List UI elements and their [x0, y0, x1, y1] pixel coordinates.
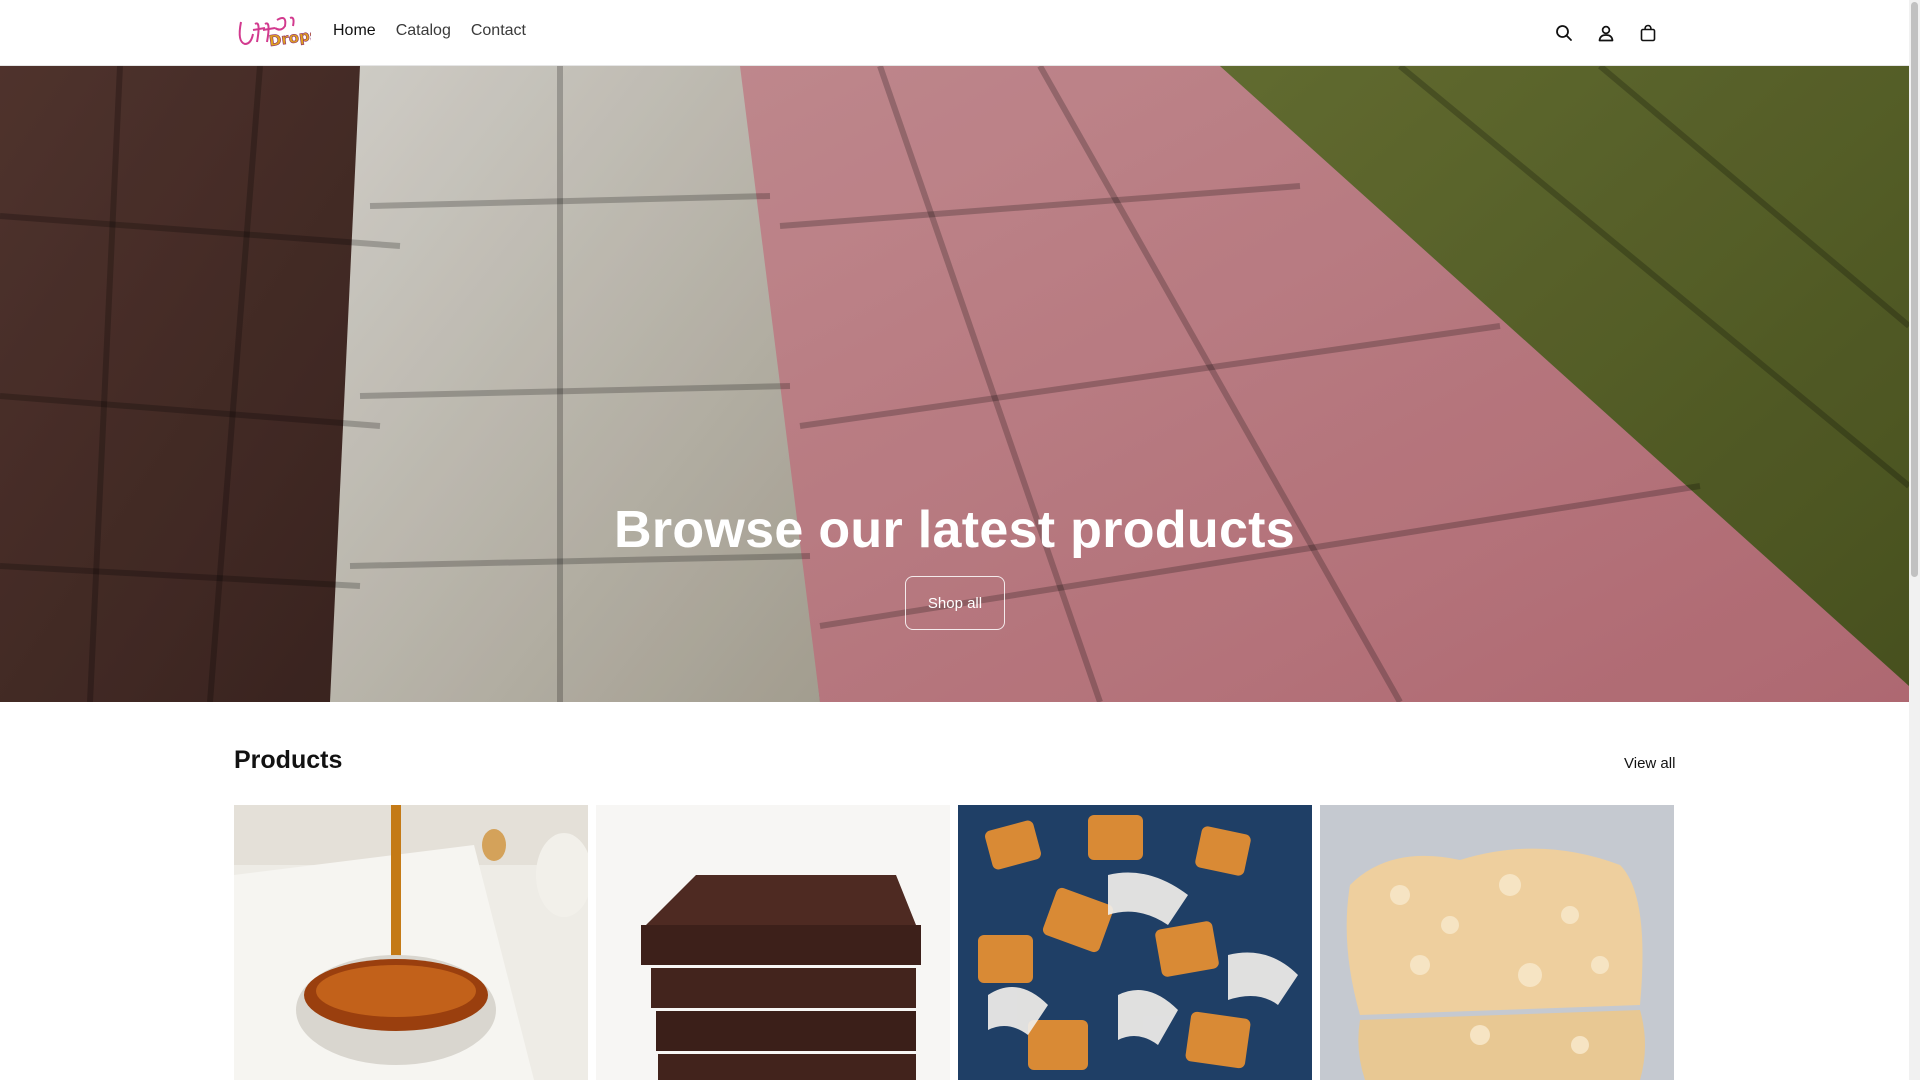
caramels-image [958, 805, 1312, 1080]
products-heading: Products [234, 746, 343, 774]
product-card-brownie[interactable] [596, 805, 950, 1080]
product-card-caramels[interactable] [958, 805, 1312, 1080]
nav-catalog[interactable]: Catalog [396, 22, 451, 40]
account-icon[interactable] [1594, 20, 1618, 46]
scrollbar-thumb[interactable] [1911, 2, 1918, 577]
product-grid [234, 805, 1674, 1080]
view-all-link[interactable]: View all [1624, 755, 1675, 772]
site-header: Drops! Home Catalog Contact [0, 0, 1909, 66]
hero-title: Browse our latest products [613, 501, 1296, 559]
syrup-bowl-image [234, 805, 588, 1080]
brownie-stack-image [596, 805, 950, 1080]
search-icon[interactable] [1552, 20, 1576, 46]
shop-all-button[interactable]: Shop all [905, 576, 1005, 630]
cart-icon[interactable] [1636, 20, 1660, 46]
product-card-crispy-bar[interactable] [1320, 805, 1674, 1080]
main-nav: Home Catalog Contact [333, 22, 526, 40]
page-scrollbar[interactable] [1909, 0, 1920, 1080]
product-card-syrup[interactable] [234, 805, 588, 1080]
brand-logo[interactable]: Drops! [235, 12, 327, 52]
hero-banner: Browse our latest products Shop all [0, 66, 1909, 702]
crispy-bar-image [1320, 805, 1674, 1080]
header-actions [1552, 20, 1660, 46]
nav-home[interactable]: Home [333, 22, 376, 40]
nav-contact[interactable]: Contact [471, 22, 526, 40]
